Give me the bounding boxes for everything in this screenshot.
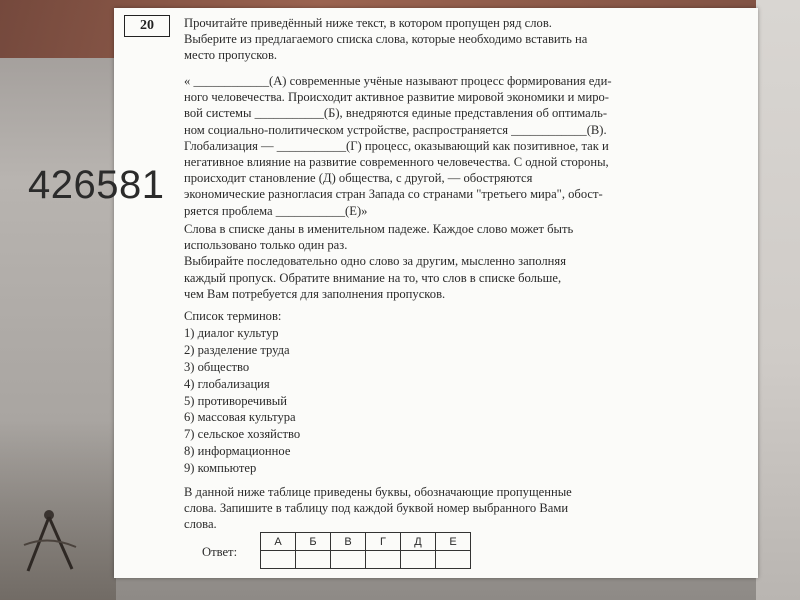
- rules-line: Слова в списке даны в именительном падеж…: [184, 222, 574, 236]
- drafting-compass-icon: [23, 510, 77, 572]
- instruction-line: Прочитайте приведённый ниже текст, в кот…: [184, 16, 552, 30]
- answer-table: А Б В Г Д Е: [260, 532, 471, 569]
- passage-line: « ____________(А) современные учёные наз…: [184, 74, 612, 88]
- rules-line: использовано только один раз.: [184, 238, 348, 253]
- table-instruction: В данной ниже таблице приведены буквы, о…: [184, 484, 750, 533]
- passage-line: ряется проблема ___________(Е)»: [184, 203, 368, 218]
- table-instruction-line: слова.: [184, 517, 217, 532]
- term-item: 4) глобализация: [184, 376, 270, 391]
- passage-line: ном социально-политическом устройстве, р…: [184, 122, 607, 137]
- term-item: 5) противоречивый: [184, 393, 288, 408]
- passage-line: экономические разногласия стран Запада с…: [184, 187, 603, 202]
- terms-title: Список терминов:: [184, 309, 282, 323]
- term-item: 9) компьютер: [184, 461, 257, 476]
- passage-line: Глобализация — ___________(Г) процесс, о…: [184, 138, 609, 153]
- passage: « ____________(А) современные учёные наз…: [184, 73, 750, 219]
- term-item: 2) разделение труда: [184, 342, 290, 357]
- term-item: 3) общество: [184, 359, 250, 374]
- task-instruction: Прочитайте приведённый ниже текст, в кот…: [184, 15, 748, 64]
- answer-label: Ответ:: [202, 545, 238, 559]
- answer-letter: В: [330, 532, 366, 551]
- background-right-band: [756, 0, 800, 600]
- rules-line: чем Вам потребуется для заполнения пропу…: [184, 286, 446, 301]
- answer-cell[interactable]: [260, 550, 296, 569]
- passage-line: вой системы ___________(Б), внедряются е…: [184, 106, 608, 121]
- rules-line: каждый пропуск. Обратите внимание на то,…: [184, 270, 562, 285]
- instruction-line: место пропусков.: [184, 48, 278, 63]
- table-instruction-line: В данной ниже таблице приведены буквы, о…: [184, 485, 572, 499]
- table-instruction-line: слова. Запишите в таблицу под каждой бук…: [184, 501, 569, 516]
- answer-cell[interactable]: [400, 550, 436, 569]
- term-item: 1) диалог культур: [184, 325, 279, 340]
- answer-values-row: [260, 550, 471, 569]
- term-item: 8) информационное: [184, 444, 291, 459]
- answer-letter: А: [260, 532, 296, 551]
- answer-letter: Г: [365, 532, 401, 551]
- rules: Слова в списке даны в именительном падеж…: [184, 221, 750, 302]
- answer-cell[interactable]: [330, 550, 366, 569]
- rules-line: Выбирайте последовательно одно слово за …: [184, 254, 566, 269]
- answer-cell[interactable]: [435, 550, 471, 569]
- answer-letter: Е: [435, 532, 471, 551]
- overlay-number: 426581: [28, 163, 165, 207]
- answer-letter: Б: [295, 532, 331, 551]
- exam-sheet: 20 Прочитайте приведённый ниже текст, в …: [114, 8, 758, 578]
- task-number: 20: [124, 15, 170, 37]
- term-item: 7) сельское хозяйство: [184, 427, 301, 442]
- answer-letter: Д: [400, 532, 436, 551]
- answer-letters-row: А Б В Г Д Е: [260, 532, 471, 551]
- passage-line: ного человечества. Происходит активное р…: [184, 90, 610, 105]
- answer-cell[interactable]: [295, 550, 331, 569]
- passage-line: негативное влияние на развитие современн…: [184, 155, 609, 170]
- term-item: 6) массовая культура: [184, 410, 296, 425]
- answer-cell[interactable]: [365, 550, 401, 569]
- passage-line: происходит становление (Д) общества, с д…: [184, 171, 533, 186]
- instruction-line: Выберите из предлагаемого списка слова, …: [184, 32, 588, 47]
- terms-list: Список терминов: 1) диалог культур 2) ра…: [184, 308, 300, 477]
